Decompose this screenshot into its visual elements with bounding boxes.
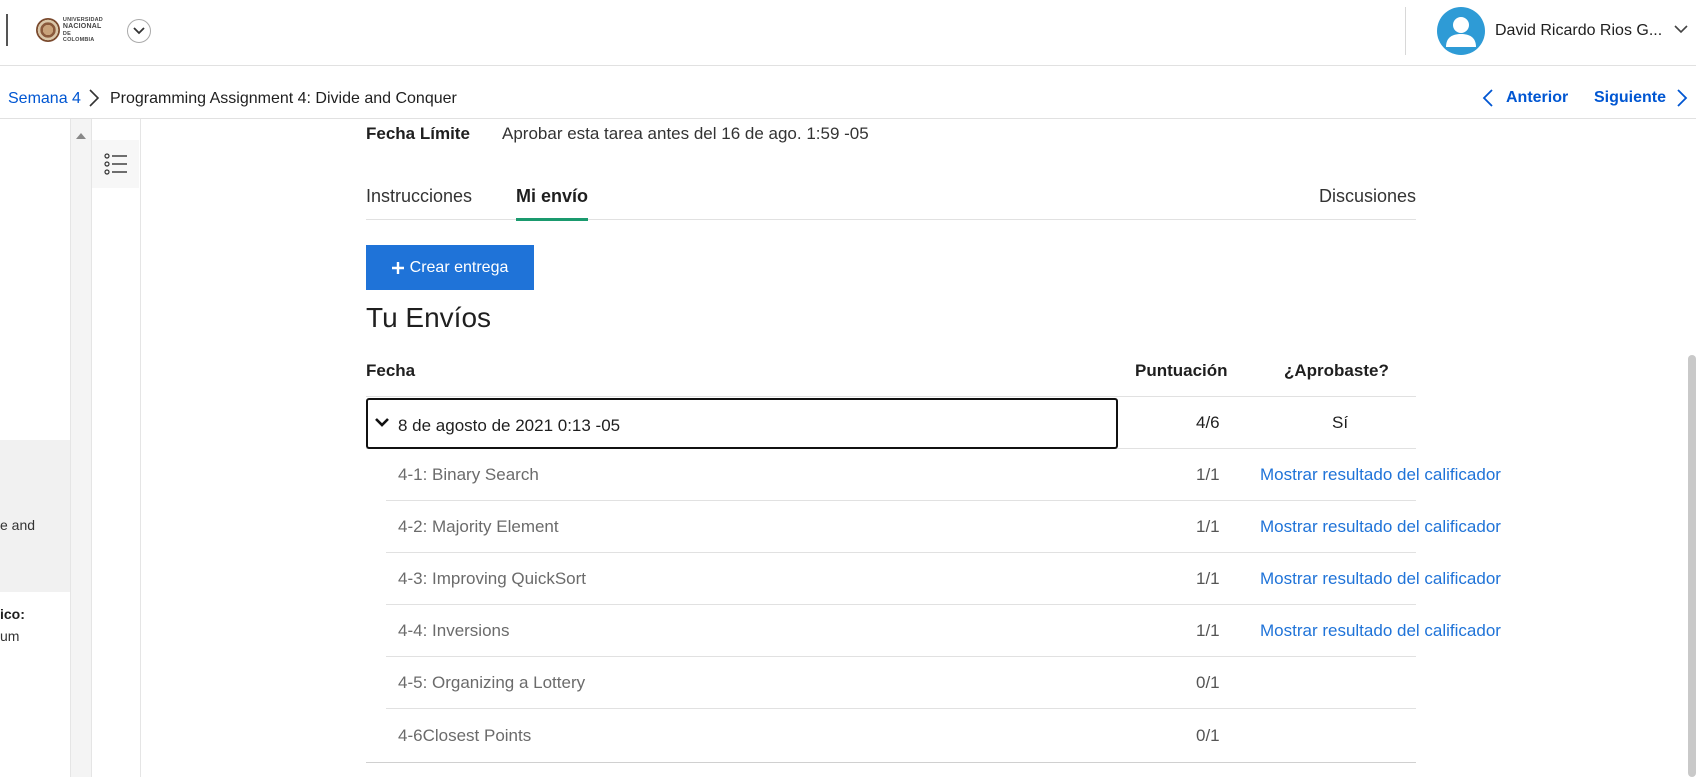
- submission-row: 8 de agosto de 2021 0:13 -05 4/6 Sí: [366, 396, 1416, 449]
- part-name: 4-3: Improving QuickSort: [398, 569, 587, 588]
- create-submission-label: Crear entrega: [409, 258, 509, 276]
- plus-icon: [391, 261, 404, 274]
- divider: [1405, 7, 1406, 55]
- chevron-right-icon: [89, 89, 100, 107]
- tab-instructions[interactable]: Instrucciones: [366, 186, 472, 207]
- part-score: 1/1: [1196, 465, 1220, 484]
- part-name: 4-4: Inversions: [398, 621, 510, 640]
- scroll-up-icon[interactable]: [76, 133, 86, 139]
- top-header: UNIVERSIDAD NACIONAL DE COLOMBIA David R…: [0, 0, 1696, 66]
- next-label: Siguiente: [1594, 89, 1667, 106]
- university-logo[interactable]: UNIVERSIDAD NACIONAL DE COLOMBIA: [36, 16, 104, 44]
- section-title: Tu Envíos: [366, 302, 492, 333]
- breadcrumb-current: Programming Assignment 4: Divide and Con…: [110, 90, 457, 107]
- breadcrumb: Semana 4 Programming Assignment 4: Divid…: [0, 66, 1696, 119]
- sidebar-text: um: [0, 628, 20, 644]
- active-tab-indicator: [516, 218, 589, 221]
- chevron-right-icon: [1677, 89, 1688, 107]
- avatar[interactable]: [1437, 7, 1485, 55]
- table-row: 4-6Closest Points 0/1: [386, 710, 1416, 762]
- chevron-left-icon: [1482, 89, 1493, 107]
- column-header-date: Fecha: [366, 361, 416, 380]
- submission-expand-toggle[interactable]: 8 de agosto de 2021 0:13 -05: [366, 398, 1118, 449]
- deadline-value: Aprobar esta tarea antes del 16 de ago. …: [502, 124, 869, 143]
- create-submission-button[interactable]: Crear entrega: [366, 245, 534, 290]
- part-name: 4-1: Binary Search: [398, 465, 539, 484]
- part-name: 4-6Closest Points: [398, 726, 532, 745]
- institution-menu-button[interactable]: [127, 19, 151, 43]
- previous-button[interactable]: Anterior: [1482, 88, 1568, 108]
- seal-icon: [36, 18, 60, 42]
- chevron-down-icon[interactable]: [1674, 24, 1688, 34]
- submission-passed: Sí: [1332, 413, 1349, 432]
- breadcrumb-link-semana[interactable]: Semana 4: [8, 90, 81, 108]
- column-header-score: Puntuación: [1135, 361, 1228, 380]
- part-score: 1/1: [1196, 621, 1220, 640]
- submission-date: 8 de agosto de 2021 0:13 -05: [398, 416, 621, 435]
- table-row: 4-1: Binary Search 1/1 Mostrar resultado…: [386, 449, 1501, 501]
- user-icon: [1446, 17, 1476, 47]
- part-score: 0/1: [1196, 726, 1220, 745]
- part-score: 1/1: [1196, 569, 1220, 588]
- toc-column: [92, 119, 141, 777]
- submission-score: 4/6: [1196, 413, 1220, 432]
- sidebar-text: ico:: [0, 606, 25, 622]
- page-scrollbar[interactable]: [1688, 355, 1696, 777]
- chevron-down-icon: [133, 27, 145, 35]
- part-score: 0/1: [1196, 673, 1220, 692]
- tab-my-submission[interactable]: Mi envío: [516, 186, 589, 221]
- assignment-tabs: Instrucciones Mi envío Discusiones: [366, 176, 1416, 221]
- list-icon: [103, 153, 127, 175]
- sidebar-text: e and: [0, 517, 36, 533]
- sidebar-selected-item[interactable]: [0, 440, 70, 592]
- sidebar-scrollbar[interactable]: [70, 119, 92, 777]
- table-row: 4-2: Majority Element 1/1 Mostrar result…: [386, 501, 1501, 553]
- part-score: 1/1: [1196, 517, 1220, 536]
- chevron-down-icon: [375, 418, 389, 427]
- part-name: 4-2: Majority Element: [398, 517, 559, 536]
- course-sidebar: e and ico: um: [0, 119, 70, 777]
- column-header-passed: ¿Aprobaste?: [1284, 361, 1389, 380]
- table-row: 4-3: Improving QuickSort 1/1 Mostrar res…: [386, 553, 1501, 605]
- deadline-label: Fecha Límite: [366, 124, 470, 143]
- divider: [366, 762, 1416, 763]
- show-grader-output-link[interactable]: Mostrar resultado del calificador: [1260, 621, 1501, 641]
- previous-label: Anterior: [1506, 89, 1569, 106]
- show-grader-output-link[interactable]: Mostrar resultado del calificador: [1260, 465, 1501, 485]
- table-row: 4-5: Organizing a Lottery 0/1: [386, 657, 1416, 709]
- next-button[interactable]: Siguiente: [1594, 88, 1688, 108]
- divider: [6, 14, 8, 46]
- show-grader-output-link[interactable]: Mostrar resultado del calificador: [1260, 569, 1501, 589]
- tab-discussions[interactable]: Discusiones: [1319, 186, 1416, 207]
- logo-text: UNIVERSIDAD NACIONAL DE COLOMBIA: [62, 17, 103, 43]
- toggle-outline-button[interactable]: [92, 140, 139, 188]
- part-name: 4-5: Organizing a Lottery: [398, 673, 586, 692]
- show-grader-output-link[interactable]: Mostrar resultado del calificador: [1260, 517, 1501, 537]
- user-name[interactable]: David Ricardo Rios G...: [1495, 22, 1662, 40]
- table-row: 4-4: Inversions 1/1 Mostrar resultado de…: [386, 605, 1501, 657]
